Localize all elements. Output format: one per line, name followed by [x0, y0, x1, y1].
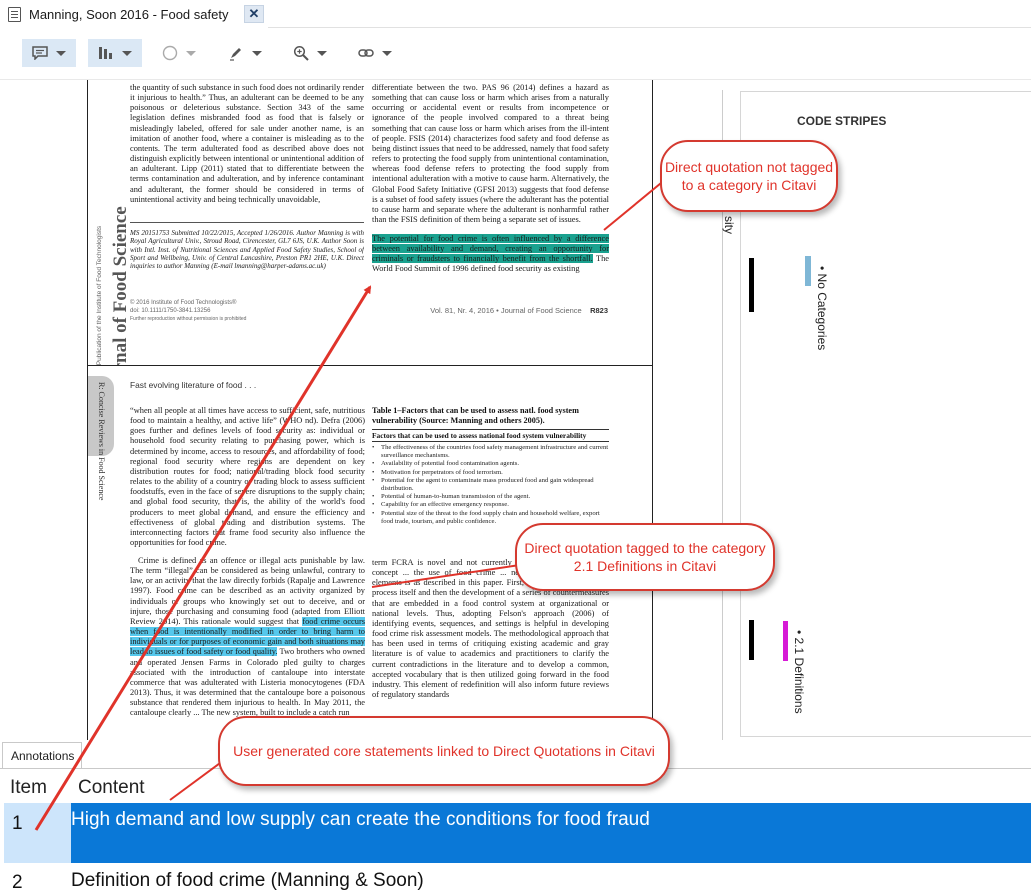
- chevron-down-icon: [382, 50, 392, 56]
- bullet-icon: •: [372, 501, 375, 509]
- doi-line: doi: 10.1111/1750-3841.13256: [130, 308, 211, 314]
- table-1-item: • The effectiveness of the countries food…: [372, 444, 609, 460]
- bullet-icon: •: [372, 476, 375, 484]
- table-1-item: • Availability of potential food contamin…: [372, 460, 609, 468]
- page1-right-column: differentiate between the two. PAS 96 (2…: [372, 83, 609, 225]
- review-section-label: R: Concise Reviews in Food Science: [97, 382, 106, 501]
- bars-icon: [99, 47, 112, 59]
- table-1-header: Factors that can be used to assess natio…: [372, 431, 587, 440]
- page-footer-text: Vol. 81, Nr. 4, 2016 • Journal of Food S…: [430, 306, 582, 315]
- table-1-item-text: Capability for an effective emergency re…: [381, 501, 509, 509]
- bullet-icon: •: [372, 460, 375, 468]
- table-1-item-text: Availability of potential food contamina…: [381, 460, 520, 468]
- bullet-icon: •: [372, 468, 375, 476]
- stripe-label-top: sity: [722, 216, 736, 234]
- callout-untagged-quotation: Direct quotation not tagged to a categor…: [660, 140, 838, 212]
- comment-icon: [32, 46, 48, 60]
- row-item-number: 2: [12, 872, 23, 890]
- row-item-number: 1: [12, 813, 23, 834]
- table-1-item-text: Motivation for perpetrators of food terr…: [381, 468, 503, 476]
- crime-definition-intro: Crime is defined as an offence or illega…: [130, 556, 365, 626]
- crime-definition-rest: Two brothers who owned and operated Jens…: [130, 647, 365, 718]
- callout-tagged-quotation: Direct quotation tagged to the category …: [515, 523, 775, 591]
- link-tool-button[interactable]: [348, 39, 402, 67]
- green-highlight-quotation[interactable]: The potential for food crime is often in…: [372, 234, 609, 264]
- bullet-icon: •: [372, 444, 375, 451]
- table-1-item: • Potential of human-to-human transmissio…: [372, 493, 609, 501]
- zoom-tool-button[interactable]: [283, 39, 337, 67]
- stripe-marker-no-categories: [749, 258, 754, 312]
- row-content: High demand and low supply can create th…: [71, 809, 650, 830]
- stripe-label-no-categories: • No Categories: [815, 266, 829, 351]
- quotation-tool-button[interactable]: [88, 39, 142, 67]
- code-stripes-title: CODE STRIPES: [797, 114, 887, 128]
- highlighter-tool-button[interactable]: [218, 39, 272, 67]
- document-tab-bar: Manning, Soon 2016 - Food safety ✕: [0, 0, 1031, 28]
- review-section-tab: R: Concise Reviews in Food Science: [88, 376, 114, 500]
- reproduction-line: Further reproduction without permission …: [130, 316, 247, 322]
- document-tab-title: Manning, Soon 2016 - Food safety: [29, 6, 229, 22]
- table-1-item-text: Potential of human-to-human transmission…: [381, 493, 531, 501]
- column-header-content[interactable]: Content: [78, 777, 145, 799]
- journal-subtitle-vertical: A Publication of the Institute of Food T…: [96, 225, 103, 371]
- table-1-item: • Potential for the agent to contaminate …: [372, 477, 609, 493]
- circle-icon: [162, 45, 178, 61]
- row-index-cell: 1: [4, 803, 71, 863]
- comment-tool-button[interactable]: [22, 39, 76, 67]
- table-1-item-text: The effectiveness of the countries food …: [381, 444, 609, 460]
- chevron-down-icon: [252, 50, 262, 56]
- callout-core-statements: User generated core statements linked to…: [218, 716, 670, 786]
- bullet-icon: •: [372, 493, 375, 501]
- page2-running-header: Fast evolving literature of food . . .: [130, 380, 257, 390]
- page-number: R823: [590, 306, 608, 315]
- shape-tool-button[interactable]: [152, 39, 206, 67]
- chevron-down-icon: [122, 50, 132, 56]
- page2-left-paragraph-b: Crime is defined as an offence or illega…: [130, 556, 365, 740]
- stripe-marker-definitions: [749, 620, 754, 660]
- annotations-tab[interactable]: Annotations: [2, 742, 82, 768]
- table-1-item-text: Potential for the agent to contaminate m…: [381, 476, 594, 493]
- chevron-down-icon: [186, 50, 196, 56]
- table-1-title: Table 1–Factors that can be used to asse…: [372, 406, 579, 425]
- close-tab-button[interactable]: ✕: [244, 5, 264, 23]
- table-row[interactable]: 2 Definition of food crime (Manning & So…: [4, 870, 1031, 890]
- table-1-item: • Motivation for perpetrators of food ter…: [372, 469, 609, 477]
- pdf-toolbar: [0, 28, 1031, 80]
- citavi-window: Manning, Soon 2016 - Food safety ✕ Journ…: [0, 0, 1031, 890]
- stripe-label-definitions: • 2.1 Definitions: [792, 630, 806, 714]
- zoom-icon: [293, 45, 309, 61]
- row-content: Definition of food crime (Manning & Soon…: [71, 870, 424, 890]
- table-1-item: • Capability for an effective emergency r…: [372, 501, 609, 509]
- link-icon: [358, 49, 374, 57]
- page1-highlight-paragraph: The potential for food crime is often in…: [372, 234, 609, 275]
- pdf-file-icon: [8, 6, 21, 22]
- document-tab[interactable]: Manning, Soon 2016 - Food safety ✕: [0, 0, 268, 28]
- table-rule-mid: [372, 441, 609, 442]
- page2-left-paragraph-a: “when all people at all times have acces…: [130, 406, 365, 548]
- stripe-no-categories[interactable]: [805, 256, 811, 286]
- stripe-definitions[interactable]: [783, 621, 788, 661]
- column-header-item[interactable]: Item: [10, 777, 47, 799]
- bullet-icon: •: [372, 509, 375, 517]
- table-row[interactable]: 1 High demand and low supply can create …: [4, 803, 1031, 863]
- page1-footnote: MS 20151753 Submitted 10/22/2015, Accept…: [130, 229, 364, 271]
- page1-left-column: the quantity of such substance in such f…: [130, 83, 364, 204]
- chevron-down-icon: [56, 50, 66, 56]
- page1-footer: Vol. 81, Nr. 4, 2016 • Journal of Food S…: [368, 306, 608, 315]
- highlighter-icon: [230, 48, 241, 61]
- footnote-divider: [130, 222, 364, 223]
- chevron-down-icon: [317, 50, 327, 56]
- table-rule-top: [372, 429, 609, 431]
- table-1-items: • The effectiveness of the countries food…: [372, 444, 609, 526]
- copyright-line: © 2016 Institute of Food Technologists®: [130, 300, 237, 306]
